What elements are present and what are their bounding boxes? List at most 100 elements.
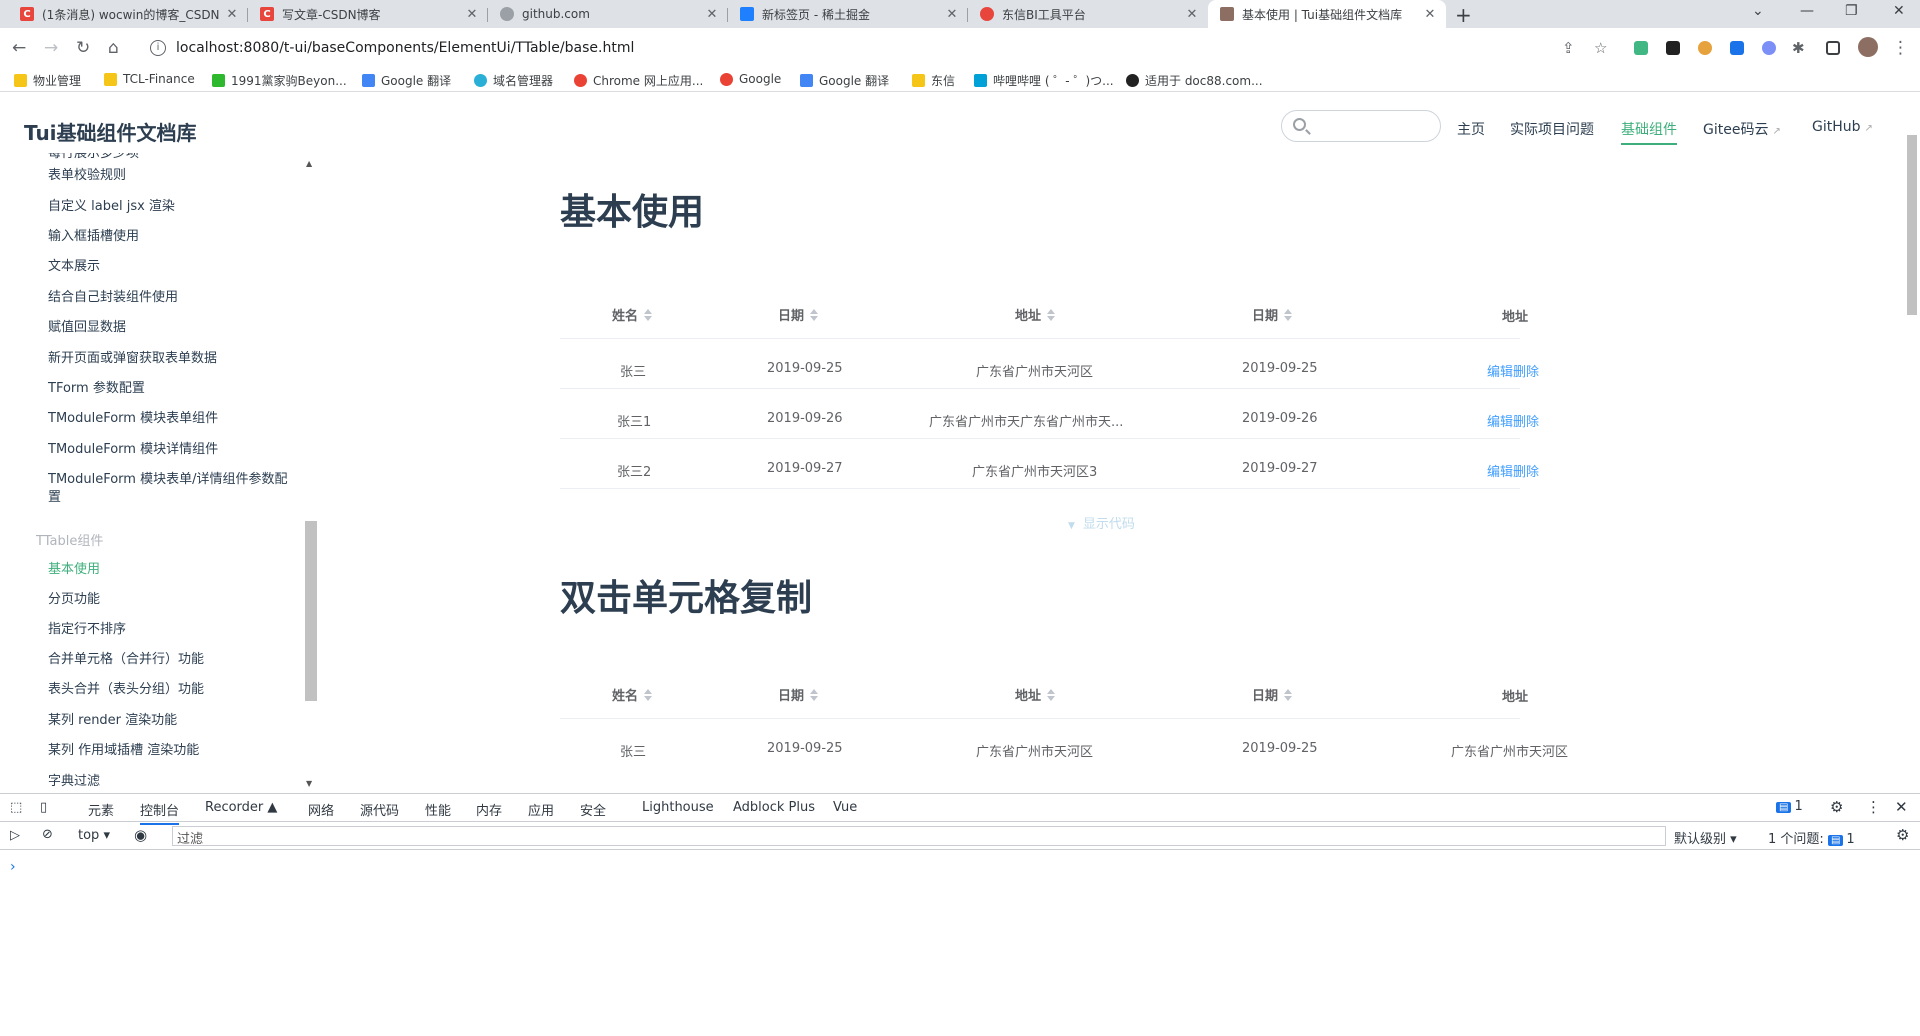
column-header[interactable]: 姓名 [612,305,653,324]
sidebar-group-title[interactable]: TTable组件 [36,530,103,549]
column-header[interactable]: 日期 [1252,305,1293,324]
sort-caret-icon[interactable] [1047,688,1056,701]
bookmark-item[interactable]: TCL-Finance [104,72,195,86]
sidebar-item[interactable]: TModuleForm 模块表单组件 [48,410,288,428]
messages-badge[interactable]: ▤ 1 [1776,799,1803,814]
browser-tab-1[interactable]: C 写文章-CSDN博客 ✕ [248,0,488,28]
bookmark-item[interactable]: 哔哩哔哩 ( ゜- ゜)つ... [974,72,1114,89]
sidebar-item[interactable]: 字典过滤 [48,773,288,791]
live-expression-eye-icon[interactable]: ◉ [134,826,147,844]
console-settings-gear-icon[interactable]: ⚙ [1896,826,1909,844]
edit-delete-link[interactable]: 编辑删除 [1487,361,1539,380]
sort-caret-icon[interactable] [1284,308,1293,321]
close-tab-icon[interactable]: ✕ [944,7,960,22]
sidebar-item[interactable]: 表头合并（表头分组）功能 [48,681,288,699]
clear-console-icon[interactable]: ⊘ [42,827,53,842]
sort-caret-icon[interactable] [644,688,653,701]
sidebar-item[interactable]: 文本展示 [48,258,288,276]
address-bar[interactable]: i localhost:8080/t-ui/baseComponents/Ele… [144,34,1550,62]
sidebar-item[interactable]: 某列 作用域插槽 渲染功能 [48,742,288,760]
sidebar-toggle-icon[interactable]: ▷ [10,828,20,843]
side-panel-icon[interactable] [1826,41,1840,55]
close-tab-icon[interactable]: ✕ [1184,7,1200,22]
site-title[interactable]: Tui基础组件文档库 [24,117,197,146]
bookmark-star-icon[interactable]: ☆ [1594,38,1607,58]
column-header[interactable]: 地址 [1015,685,1056,704]
browser-tab-3[interactable]: 新标签页 - 稀土掘金 ✕ [728,0,968,28]
sort-caret-icon[interactable] [810,308,819,321]
bookmark-item[interactable]: 域名管理器 [474,72,553,89]
sidebar-item[interactable]: 每行展示多少项 [48,153,288,163]
extension-icon[interactable] [1698,41,1712,55]
sort-caret-icon[interactable] [1047,308,1056,321]
bookmark-item[interactable]: Chrome 网上应用... [574,72,703,89]
devtools-tab-elements[interactable]: 元素 [88,800,114,819]
restore-icon[interactable]: ❐ [1845,3,1858,19]
edit-delete-link[interactable]: 编辑删除 [1487,411,1539,430]
close-tab-icon[interactable]: ✕ [224,7,240,22]
devtools-tab-network[interactable]: 网络 [308,800,334,819]
new-tab-icon[interactable]: + [1455,3,1472,27]
bookmark-item[interactable]: Google 翻译 [800,72,889,89]
sidebar-item-active[interactable]: 基本使用 [48,561,288,579]
browser-tab-2[interactable]: github.com ✕ [488,0,728,28]
sidebar-item[interactable]: 结合自己封装组件使用 [48,289,288,307]
devtools-tab-lighthouse[interactable]: Lighthouse [642,800,714,815]
devtools-menu-icon[interactable]: ⋮ [1866,798,1881,816]
bookmark-item[interactable]: 适用于 doc88.com... [1126,72,1263,89]
log-level-select[interactable]: 默认级别 ▾ [1674,828,1737,847]
bookmark-item[interactable]: 物业管理 [14,72,81,89]
edit-delete-link[interactable]: 编辑删除 [1487,461,1539,480]
browser-tab-0[interactable]: C (1条消息) wocwin的博客_CSDN ✕ [8,0,248,28]
extension-icon[interactable] [1666,41,1680,55]
bookmark-item[interactable]: 东信 [912,72,955,89]
extension-icon[interactable] [1762,41,1776,55]
sidebar-item[interactable]: 赋值回显数据 [48,319,288,337]
sidebar-item[interactable]: 某列 render 渲染功能 [48,712,288,730]
home-icon[interactable]: ⌂ [108,38,119,58]
sidebar-item[interactable]: 自定义 label jsx 渲染 [48,198,288,216]
devtools-tab-recorder[interactable]: Recorder ▲ [205,800,277,815]
extension-icon[interactable] [1730,41,1744,55]
url-text[interactable]: localhost:8080/t-ui/baseComponents/Eleme… [176,40,634,56]
show-code-toggle[interactable]: ▼ 显示代码 [1068,513,1135,532]
console-filter-input[interactable]: 过滤 [172,826,1666,847]
sort-caret-icon[interactable] [1284,688,1293,701]
profile-avatar[interactable] [1858,37,1878,57]
close-devtools-icon[interactable]: ✕ [1895,798,1908,816]
close-window-icon[interactable]: ✕ [1893,3,1905,19]
settings-gear-icon[interactable]: ⚙ [1830,798,1843,816]
browser-tab-4[interactable]: 东信BI工具平台 ✕ [968,0,1208,28]
close-tab-icon[interactable]: ✕ [464,7,480,22]
column-header[interactable]: 日期 [778,305,819,324]
device-toolbar-icon[interactable]: ▯ [40,800,47,815]
sidebar-item[interactable]: TModuleForm 模块表单/详情组件参数配置 [48,471,288,507]
console-prompt[interactable]: › [10,859,16,875]
sidebar-item[interactable]: 表单校验规则 [48,167,288,185]
close-tab-icon[interactable]: ✕ [704,7,720,22]
scroll-up-icon[interactable]: ▲ [306,159,312,168]
menu-kebab-icon[interactable]: ⋮ [1892,38,1909,58]
sort-caret-icon[interactable] [644,308,653,321]
column-header[interactable]: 姓名 [612,685,653,704]
bookmark-item[interactable]: 1991黨家驹Beyon... [212,72,347,89]
share-icon[interactable]: ⇪ [1562,38,1575,58]
page-scroll-thumb[interactable] [1907,135,1917,315]
sidebar-item[interactable]: TModuleForm 模块详情组件 [48,441,288,459]
inspect-element-icon[interactable]: ⬚ [10,800,22,815]
reload-icon[interactable]: ↻ [76,38,90,58]
devtools-tab-memory[interactable]: 内存 [476,800,502,819]
sidebar-item[interactable]: 新开页面或弹窗获取表单数据 [48,350,288,368]
sidebar-item[interactable]: 指定行不排序 [48,621,288,639]
context-select[interactable]: top ▾ [78,828,110,843]
sidebar-item[interactable]: 合并单元格（合并行）功能 [48,651,288,669]
devtools-tab-adblock[interactable]: Adblock Plus [733,800,815,815]
puzzle-extensions-icon[interactable]: ✱ [1792,38,1805,58]
scroll-down-icon[interactable]: ▼ [306,779,312,788]
page-scrollbar[interactable] [1905,93,1920,793]
sidebar-item[interactable]: TForm 参数配置 [48,380,288,398]
close-tab-icon[interactable]: ✕ [1422,7,1438,22]
devtools-tab-application[interactable]: 应用 [528,800,554,819]
devtools-tab-performance[interactable]: 性能 [425,800,451,819]
minimize-icon[interactable]: — [1800,3,1814,19]
